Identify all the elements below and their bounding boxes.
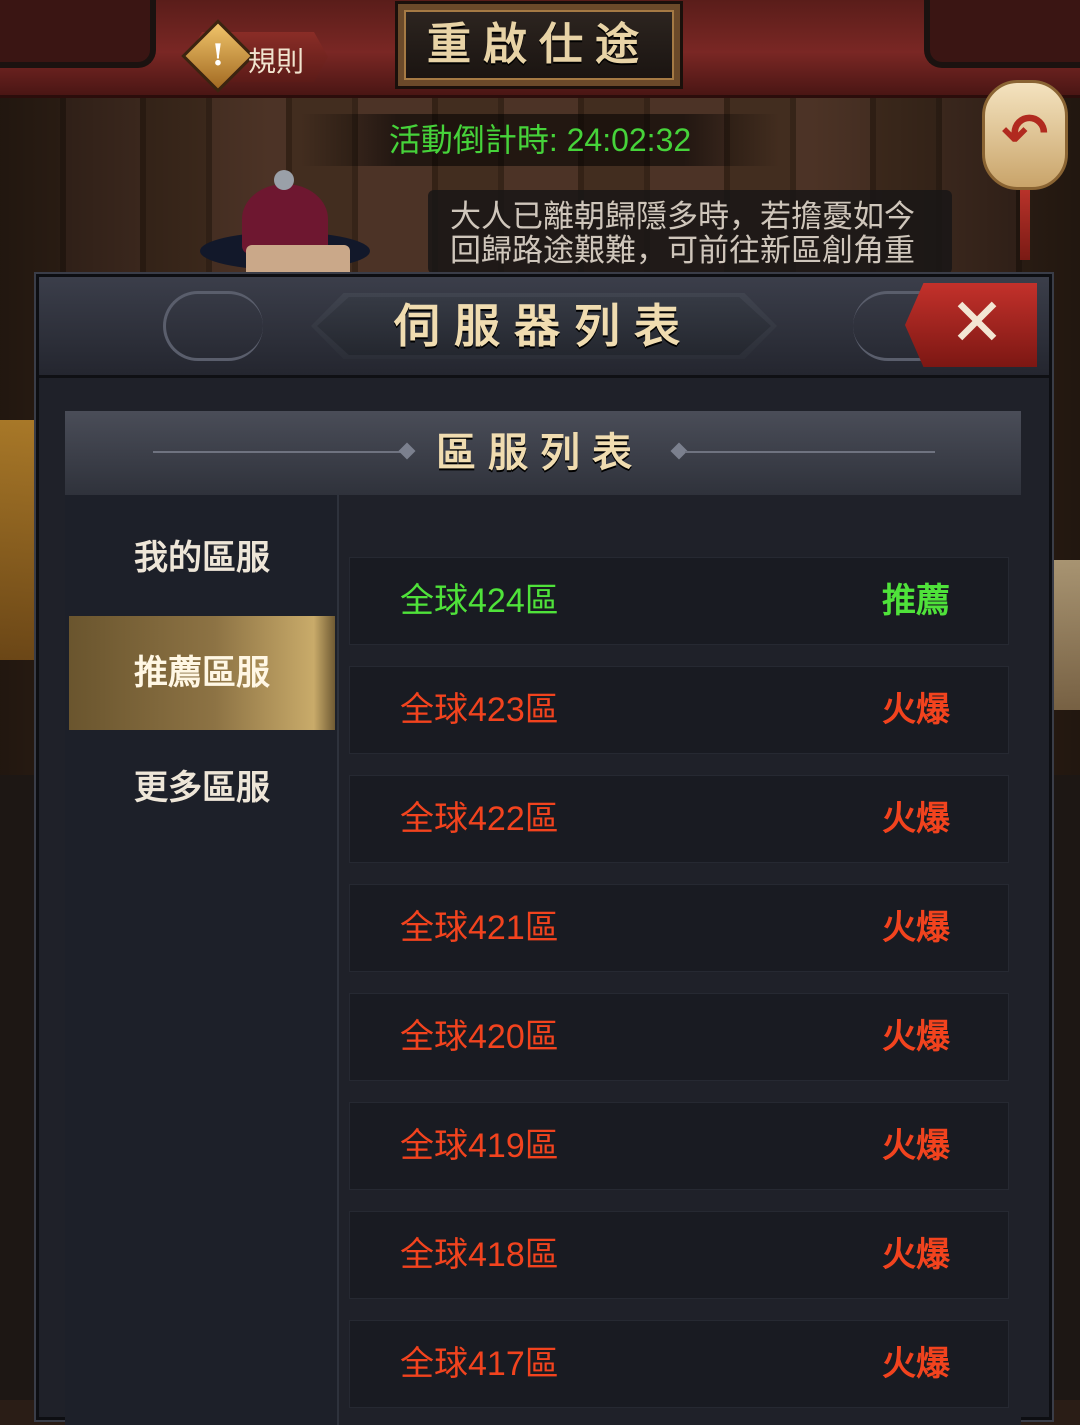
dialogue-line: 大人已離朝歸隱多時，若擔憂如今: [450, 199, 915, 234]
character-face: [246, 245, 350, 275]
server-row[interactable]: 全球419區 火爆: [349, 1102, 1009, 1190]
hat-crown: [242, 184, 328, 254]
server-row[interactable]: 全球423區 火爆: [349, 666, 1009, 754]
server-category-sidebar: 我的區服 推薦區服 更多區服: [65, 495, 339, 1425]
server-status-badge: 火爆: [882, 909, 950, 947]
server-status-badge: 火爆: [882, 800, 950, 838]
server-list-modal: 伺服器列表 ✕ 區服列表 我的區服 推薦區服 更多區服 全球424區 推薦 全球…: [36, 274, 1052, 1425]
left-pillar: [0, 420, 36, 660]
hat-knob: [274, 170, 294, 190]
modal-title: 伺服器列表: [394, 299, 694, 353]
server-row[interactable]: 全球417區 火爆: [349, 1320, 1009, 1408]
server-status-badge: 火爆: [882, 1236, 950, 1274]
dialogue-box: 大人已離朝歸隱多時，若擔憂如今 回歸路途艱難，可前往新區創角重: [428, 190, 952, 274]
event-title-plaque: 重啟仕途: [398, 4, 680, 86]
lantern-tassel: [1020, 190, 1030, 260]
topbar-right-ornament: [924, 0, 1080, 68]
server-status-badge: 推薦: [882, 582, 950, 620]
server-row[interactable]: 全球421區 火爆: [349, 884, 1009, 972]
server-name: 全球422區: [400, 800, 559, 838]
server-row[interactable]: 全球420區 火爆: [349, 993, 1009, 1081]
banner-divider-right: [685, 451, 935, 453]
section-title: 區服列表: [436, 429, 644, 476]
server-name: 全球418區: [400, 1236, 559, 1274]
sidebar-item-more-servers[interactable]: 更多區服: [69, 731, 335, 845]
server-name: 全球419區: [400, 1127, 559, 1165]
close-icon[interactable]: ✕: [905, 283, 1037, 367]
server-name: 全球421區: [400, 909, 559, 947]
sidebar-item-recommended-servers[interactable]: 推薦區服: [69, 616, 335, 730]
server-name: 全球420區: [400, 1018, 559, 1056]
server-list: 全球424區 推薦 全球423區 火爆 全球422區 火爆 全球421區 火爆 …: [339, 495, 1021, 1425]
back-arrow-icon: ↶: [1001, 102, 1049, 167]
event-title: 重啟仕途: [427, 19, 651, 70]
event-countdown: 活動倒計時: 24:02:32: [300, 114, 780, 166]
server-status-badge: 火爆: [882, 1127, 950, 1165]
rules-label[interactable]: 規則: [248, 40, 304, 80]
modal-header: 伺服器列表 ✕: [39, 277, 1049, 378]
server-status-badge: 火爆: [882, 1345, 950, 1383]
server-name: 全球417區: [400, 1345, 559, 1383]
server-name: 全球423區: [400, 691, 559, 729]
back-button[interactable]: ↶: [982, 80, 1068, 190]
section-banner: 區服列表: [65, 411, 1021, 498]
header-scroll-ornament-left: [163, 291, 263, 361]
server-row[interactable]: 全球422區 火爆: [349, 775, 1009, 863]
banner-divider-left: [153, 451, 403, 453]
sidebar-item-my-servers[interactable]: 我的區服: [69, 501, 335, 615]
topbar-left-ornament: [0, 0, 156, 68]
server-status-badge: 火爆: [882, 1018, 950, 1056]
server-status-badge: 火爆: [882, 691, 950, 729]
server-name: 全球424區: [400, 582, 559, 620]
server-row[interactable]: 全球424區 推薦: [349, 557, 1009, 645]
dialogue-line: 回歸路途艱難，可前往新區創角重: [450, 233, 915, 268]
server-row[interactable]: 全球418區 火爆: [349, 1211, 1009, 1299]
